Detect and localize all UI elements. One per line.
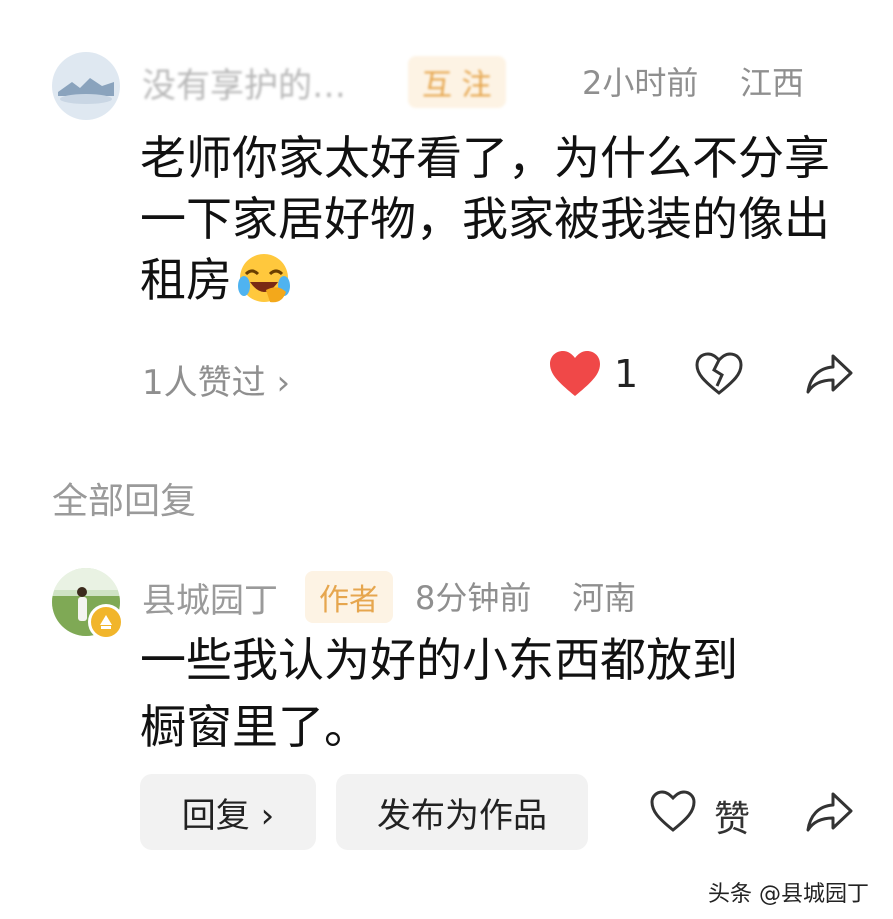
like-count: 1: [614, 352, 639, 396]
comment-text: 老师你家太好看了，为什么不分享一下家居好物，我家被我装的像出租房: [140, 131, 830, 307]
broken-heart-icon[interactable]: [695, 352, 743, 400]
commenter-name[interactable]: 没有享护的…: [142, 58, 346, 107]
reply-text-line1: 一些我认为好的小东西都放到: [140, 633, 738, 687]
commenter-badge: 互 注: [408, 56, 506, 108]
laughing-crying-emoji-icon: [236, 250, 292, 306]
reply-text-line2: 橱窗里了。: [140, 700, 370, 754]
watermark: 头条 @县城园丁: [708, 882, 869, 907]
reply-share-icon[interactable]: [805, 790, 853, 838]
verified-badge-icon: [88, 604, 124, 640]
publish-as-work-button[interactable]: 发布为作品: [336, 774, 588, 850]
reply-button[interactable]: 回复 ›: [140, 774, 316, 850]
likes-summary-link[interactable]: 1人赞过 ›: [142, 355, 290, 404]
comment-location: 江西: [740, 64, 805, 102]
share-icon[interactable]: [805, 352, 853, 400]
author-badge: 作者: [305, 571, 393, 623]
reply-time: 8分钟前: [415, 579, 532, 617]
reply-location: 河南: [572, 579, 637, 617]
heart-filled-icon[interactable]: [548, 350, 602, 402]
heart-outline-icon[interactable]: [650, 790, 696, 836]
section-title: 全部回复: [52, 481, 197, 522]
like-label[interactable]: 赞: [714, 790, 750, 842]
author-name[interactable]: 县城园丁: [142, 573, 278, 622]
commenter-avatar[interactable]: [52, 52, 120, 120]
comment-time: 2小时前: [582, 64, 699, 102]
